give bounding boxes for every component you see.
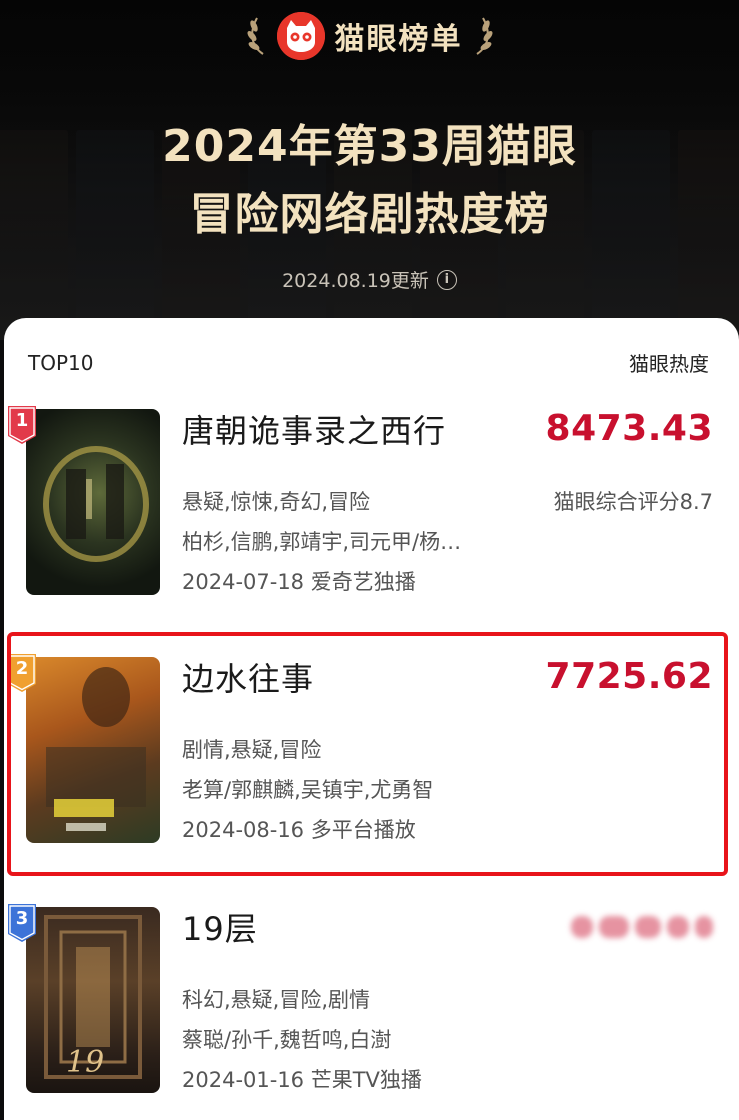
cast-list: 柏杉,信鹏,郭靖宇,司元甲/杨… (182, 530, 462, 554)
update-info: 2024.08.19更新 i (0, 266, 739, 293)
poster-image[interactable]: 19 (26, 907, 160, 1093)
poster-image[interactable] (26, 409, 160, 595)
release-info: 2024-07-18 爱奇艺独播 (182, 570, 416, 594)
genre-tags: 悬疑,惊悚,奇幻,冒险 (182, 490, 371, 514)
rank-number: 3 (15, 908, 29, 929)
cast-list: 蔡聪/孙千,魏哲鸣,白澍 (182, 1028, 392, 1052)
laurel-right-icon (473, 16, 495, 56)
list-item[interactable]: 19 3 19层 科幻,悬疑,冒险,剧情 蔡聪/孙千,魏哲鸣,白澍 2024-0… (4, 904, 739, 1104)
highlight-annotation-box (7, 632, 728, 876)
top10-label: TOP10 (28, 350, 94, 375)
rank-badge: 1 (8, 406, 36, 444)
genre-tags: 科幻,悬疑,冒险,剧情 (182, 988, 371, 1012)
page-title-line2: 冒险网络剧热度榜 (189, 189, 550, 240)
rank-number: 1 (15, 410, 29, 431)
heat-score: 8473.43 (545, 408, 713, 449)
brand-name: 猫眼榜单 (334, 22, 463, 57)
brand-bar: 猫眼榜单 (0, 12, 739, 60)
info-icon[interactable]: i (436, 269, 457, 290)
header-banner: 猫眼榜单 2024年第33周猫眼 冒险网络剧热度榜 2024.08.19更新 i (0, 0, 739, 340)
maoyan-rating: 猫眼综合评分8.7 (553, 490, 713, 514)
show-title[interactable]: 唐朝诡事录之西行 (182, 406, 446, 452)
heat-column-label: 猫眼热度 (629, 352, 709, 376)
laurel-left-icon (245, 16, 267, 56)
list-item[interactable]: 1 唐朝诡事录之西行 8473.43 悬疑,惊悚,奇幻,冒险 猫眼综合评分8.7… (4, 406, 739, 606)
maoyan-cat-logo-icon (276, 12, 325, 60)
ranking-page: 猫眼榜单 2024年第33周猫眼 冒险网络剧热度榜 2024.08.19更新 i… (0, 0, 739, 1120)
list-header: TOP10 猫眼热度 (28, 348, 709, 377)
svg-text:19: 19 (66, 1045, 104, 1080)
release-info: 2024-01-16 芒果TV独播 (182, 1068, 422, 1092)
update-date: 2024.08.19更新 (282, 270, 429, 292)
show-title[interactable]: 19层 (182, 904, 258, 950)
heat-score-blurred (563, 910, 713, 944)
rank-badge: 3 (8, 904, 36, 942)
page-title-line1: 2024年第33周猫眼 (162, 121, 577, 172)
